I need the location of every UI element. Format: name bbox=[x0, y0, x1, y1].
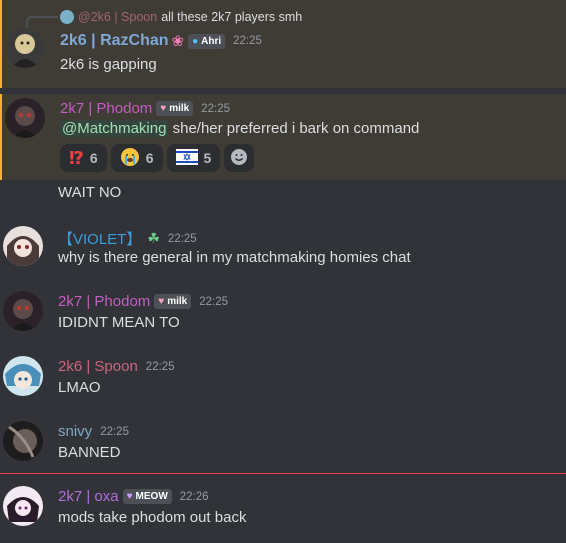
reply-spine bbox=[26, 16, 58, 28]
timestamp: 22:25 bbox=[233, 35, 262, 47]
message[interactable]: 2k7 | oxa ♥ MEOW 22:26 mods take phodom o… bbox=[0, 482, 566, 532]
message-header: 2k7 | Phodom ♥ milk 22:25 bbox=[60, 100, 230, 117]
avatar[interactable] bbox=[5, 28, 45, 68]
role-tag: ♥ milk bbox=[156, 101, 194, 116]
message[interactable]: 2k7 | Phodom ♥ milk 22:25 IDIDNT MEAN TO bbox=[0, 287, 566, 337]
message-text: 2k6 is gapping bbox=[60, 56, 157, 73]
timestamp: 22:25 bbox=[100, 425, 129, 438]
role-tag: ♥ MEOW bbox=[122, 489, 172, 504]
author-name[interactable]: 2k7 | Phodom bbox=[60, 100, 152, 117]
role-tag: ♥ milk bbox=[154, 294, 192, 309]
message-header: 【VIOLET】 ☘ 22:25 bbox=[58, 228, 197, 249]
timestamp: 22:25 bbox=[167, 232, 197, 245]
message-text: mods take phodom out back bbox=[58, 509, 247, 526]
message[interactable]: WAIT NO bbox=[0, 180, 566, 210]
role-tag: ● Ahri bbox=[188, 33, 226, 49]
author-name[interactable]: 【VIOLET】 bbox=[58, 228, 141, 249]
author-name[interactable]: snivy bbox=[58, 423, 92, 440]
interrobang-icon: ⁉ bbox=[69, 147, 84, 168]
reply-preview[interactable]: @2k6 | Spoon all these 2k7 players smh bbox=[60, 10, 302, 24]
role-mention[interactable]: @Matchmaking bbox=[60, 120, 169, 137]
timestamp: 22:25 bbox=[145, 360, 175, 373]
avatar[interactable] bbox=[3, 486, 43, 526]
reply-mention[interactable]: @2k6 | Spoon bbox=[78, 10, 157, 24]
message-text: @Matchmaking she/her preferred i bark on… bbox=[60, 120, 420, 137]
message-header: 2k6 | Spoon 22:25 bbox=[58, 358, 175, 375]
smiley-icon bbox=[230, 148, 248, 169]
heart-icon: ♥ bbox=[126, 491, 133, 502]
message-header: 2k7 | oxa ♥ MEOW 22:26 bbox=[58, 488, 209, 505]
message-text: why is there general in my matchmaking h… bbox=[58, 249, 411, 266]
message-text: BANNED bbox=[58, 444, 121, 461]
reaction-flag[interactable]: 5 bbox=[166, 144, 221, 172]
reply-avatar bbox=[60, 10, 74, 24]
water-icon: ● bbox=[192, 35, 199, 47]
message-highlighted[interactable]: 2k7 | Phodom ♥ milk 22:25 @Matchmaking sh… bbox=[0, 94, 566, 180]
heart-icon: ♥ bbox=[160, 103, 167, 114]
message-text: WAIT NO bbox=[58, 184, 122, 201]
timestamp: 22:25 bbox=[201, 102, 231, 115]
message-header: 2k7 | Phodom ♥ milk 22:25 bbox=[58, 293, 228, 310]
avatar[interactable] bbox=[3, 356, 43, 396]
flag-icon bbox=[175, 148, 198, 168]
reply-text: all these 2k7 players smh bbox=[161, 10, 303, 24]
message-header: snivy 22:25 bbox=[58, 423, 129, 440]
message[interactable]: snivy 22:25 BANNED bbox=[0, 417, 566, 467]
reactions-bar: ⁉ 6 6 5 bbox=[60, 144, 255, 172]
author-name[interactable]: 2k7 | oxa bbox=[58, 488, 119, 505]
message[interactable]: 【VIOLET】 ☘ 22:25 why is there general in… bbox=[0, 222, 566, 272]
crying-face-icon bbox=[120, 147, 140, 170]
avatar[interactable] bbox=[5, 98, 45, 138]
avatar[interactable] bbox=[3, 226, 43, 266]
author-name[interactable]: 2k6 | RazChan bbox=[60, 32, 169, 50]
add-reaction-button[interactable] bbox=[224, 144, 255, 172]
flower-icon: ❀ bbox=[171, 33, 185, 50]
message-text: LMAO bbox=[58, 379, 101, 396]
message-highlighted[interactable]: @2k6 | Spoon all these 2k7 players smh 2… bbox=[0, 0, 566, 88]
message[interactable]: 2k6 | Spoon 22:25 LMAO bbox=[0, 352, 566, 402]
new-messages-divider bbox=[0, 473, 566, 474]
clover-icon: ☘ bbox=[147, 230, 160, 246]
author-name[interactable]: 2k6 | Spoon bbox=[58, 358, 138, 375]
author-name[interactable]: 2k7 | Phodom bbox=[58, 293, 150, 310]
reaction-crying[interactable]: 6 bbox=[110, 144, 163, 172]
reaction-interrobang[interactable]: ⁉ 6 bbox=[60, 144, 107, 172]
message-text: IDIDNT MEAN TO bbox=[58, 314, 180, 331]
message-header: 2k6 | RazChan ❀ ● Ahri 22:25 bbox=[60, 32, 262, 50]
avatar[interactable] bbox=[3, 291, 43, 331]
timestamp: 22:25 bbox=[199, 295, 229, 308]
heart-icon: ♥ bbox=[158, 296, 165, 307]
timestamp: 22:26 bbox=[179, 490, 209, 503]
avatar[interactable] bbox=[3, 421, 43, 461]
